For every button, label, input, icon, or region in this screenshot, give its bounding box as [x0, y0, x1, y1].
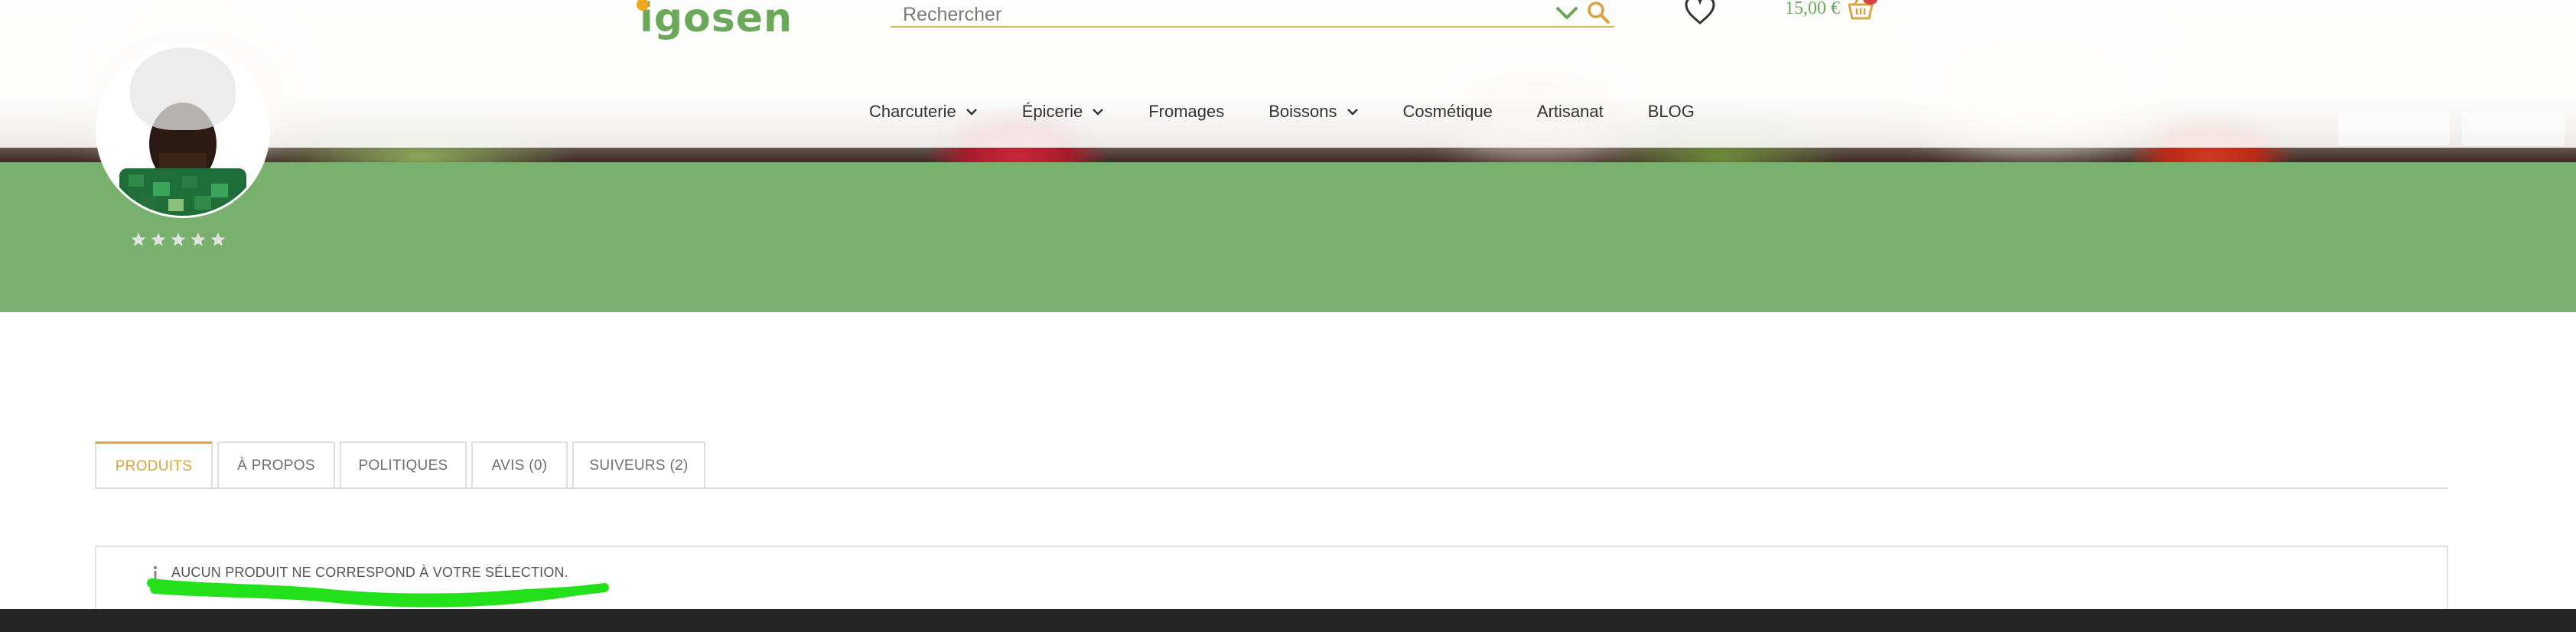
tab-suiveurs[interactable]: SUIVEURS (2): [572, 441, 705, 489]
highlight-scribble: [147, 578, 609, 608]
chevron-down-icon: [966, 109, 977, 116]
nav-item-cosmetique[interactable]: Cosmétique: [1403, 102, 1493, 122]
chevron-down-icon: [1347, 109, 1358, 116]
logo-text: igosen: [640, 0, 793, 41]
nav-item-label: Épicerie: [1021, 102, 1083, 121]
tab-label: AVIS (0): [491, 458, 548, 474]
search-input[interactable]: [903, 3, 1530, 26]
tab-produits[interactable]: PRODUITS: [95, 441, 213, 489]
nav-item-label: BLOG: [1647, 102, 1695, 121]
heart-icon[interactable]: [1683, 0, 1717, 26]
chevron-down-icon: [1093, 109, 1104, 116]
nav-item-label: Charcuterie: [869, 102, 956, 121]
nav-item-charcuterie[interactable]: Charcuterie: [869, 102, 978, 122]
footer-bar: [0, 609, 2576, 632]
main-navigation: Charcuterie Épicerie Fromages Boissons C…: [869, 96, 1739, 127]
nav-item-blog[interactable]: BLOG: [1648, 102, 1695, 122]
header-action-button-2[interactable]: [2462, 112, 2565, 145]
nav-item-label: Fromages: [1148, 102, 1225, 121]
star-icon: [210, 233, 226, 246]
nav-item-label: Artisanat: [1536, 102, 1604, 121]
chevron-down-icon[interactable]: [1552, 2, 1582, 24]
nav-item-fromages[interactable]: Fromages: [1148, 102, 1224, 122]
store-rating: [130, 231, 230, 248]
nav-item-boissons[interactable]: Boissons: [1268, 102, 1358, 122]
tab-politiques[interactable]: POLITIQUES: [340, 441, 467, 489]
star-icon: [171, 233, 186, 246]
nav-item-label: Cosmétique: [1402, 102, 1493, 121]
nav-item-epicerie[interactable]: Épicerie: [1022, 102, 1104, 122]
site-logo[interactable]: igosen: [637, 0, 793, 49]
tab-label: À PROPOS: [237, 458, 315, 474]
tab-label: PRODUITS: [115, 458, 193, 474]
store-tabs: PRODUITS À PROPOS POLITIQUES AVIS (0) SU…: [95, 441, 710, 489]
tabs-divider: [95, 487, 2448, 489]
tab-avis[interactable]: AVIS (0): [471, 441, 568, 489]
star-icon: [191, 233, 206, 246]
store-banner-band: [0, 162, 2576, 312]
search-icon[interactable]: [1585, 0, 1611, 24]
tab-label: SUIVEURS (2): [589, 458, 689, 474]
avatar-overlay: [130, 47, 236, 130]
star-icon: [151, 233, 166, 246]
nav-item-artisanat[interactable]: Artisanat: [1537, 102, 1604, 122]
header-action-button-1[interactable]: [2338, 112, 2450, 145]
star-icon: [131, 233, 146, 246]
tab-a-propos[interactable]: À PROPOS: [217, 441, 335, 489]
cart-total[interactable]: 15,00 €: [1785, 0, 1840, 19]
tab-label: POLITIQUES: [358, 458, 448, 474]
nav-item-label: Boissons: [1268, 102, 1337, 121]
search-bar: [891, 0, 1614, 28]
